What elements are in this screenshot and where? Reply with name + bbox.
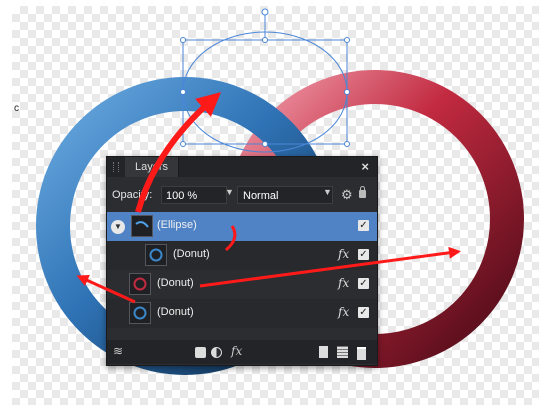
ellipse-thumb-icon [135,221,149,228]
layers-icon[interactable]: ≋ [113,344,123,358]
tab-layers[interactable]: Layers [125,157,180,177]
layers-panel: Layers × Opacity: 100 % ▼ Normal ▼ ⚙ ▼ (… [106,156,378,366]
layer-thumbnail [129,273,151,295]
resize-handle-tm[interactable] [262,37,268,43]
layer-name: (Ellipse) [157,219,197,231]
layer-row-donut-child[interactable]: (Donut) fx ✓ [107,241,377,270]
resize-handle-br[interactable] [344,141,350,147]
adjustment-icon[interactable] [211,347,222,358]
visibility-checkbox[interactable]: ✓ [358,249,369,260]
resize-handle-mr[interactable] [344,89,350,95]
gear-icon[interactable]: ⚙ [341,187,353,203]
expand-toggle-icon[interactable]: ▼ [111,220,125,234]
opacity-label: Opacity: [112,189,153,201]
fx-icon[interactable]: fx [338,247,349,261]
new-layer-icon[interactable] [319,346,328,358]
fx-icon[interactable]: fx [338,276,349,290]
layer-thumbnail [145,244,167,266]
opacity-field[interactable]: 100 % [161,186,227,204]
panel-bottom-toolbar: ≋ fx [107,340,377,364]
visibility-checkbox[interactable]: ✓ [358,220,369,231]
trash-icon[interactable] [357,347,366,360]
lock-icon[interactable] [359,186,366,198]
donut-thumb-icon [133,306,147,320]
side-mark: c [14,103,19,114]
layer-name: (Donut) [157,306,194,318]
close-icon[interactable]: × [361,159,369,174]
resize-handle-bl[interactable] [180,141,186,147]
panel-tabbar: Layers × [107,157,377,177]
fx-icon[interactable]: fx [231,344,242,358]
chevron-down-icon[interactable]: ▼ [323,187,332,197]
resize-handle-tr[interactable] [344,37,350,43]
drag-grip-icon[interactable] [113,162,119,172]
layer-row-donut-blue[interactable]: (Donut) fx ✓ [107,299,377,328]
layer-row-ellipse[interactable]: ▼ (Ellipse) ✓ [107,212,377,241]
blend-mode-select[interactable]: Normal [237,186,333,204]
chevron-down-icon[interactable]: ▼ [225,187,234,197]
group-icon[interactable] [337,346,348,358]
donut-thumb-icon [149,248,163,262]
visibility-checkbox[interactable]: ✓ [358,307,369,318]
layer-row-donut-red[interactable]: (Donut) fx ✓ [107,270,377,299]
fx-icon[interactable]: fx [338,305,349,319]
opacity-row: Opacity: 100 % ▼ Normal ▼ ⚙ [107,185,377,207]
resize-handle-ml[interactable] [180,89,186,95]
layer-name: (Donut) [157,277,194,289]
layer-name: (Donut) [173,248,210,260]
visibility-checkbox[interactable]: ✓ [358,278,369,289]
layer-thumbnail [131,215,153,237]
layer-thumbnail [129,302,151,324]
donut-thumb-icon [133,277,147,291]
resize-handle-tl[interactable] [180,37,186,43]
mask-icon[interactable] [195,347,206,358]
rotate-handle[interactable] [261,8,269,16]
resize-handle-bm[interactable] [262,141,268,147]
